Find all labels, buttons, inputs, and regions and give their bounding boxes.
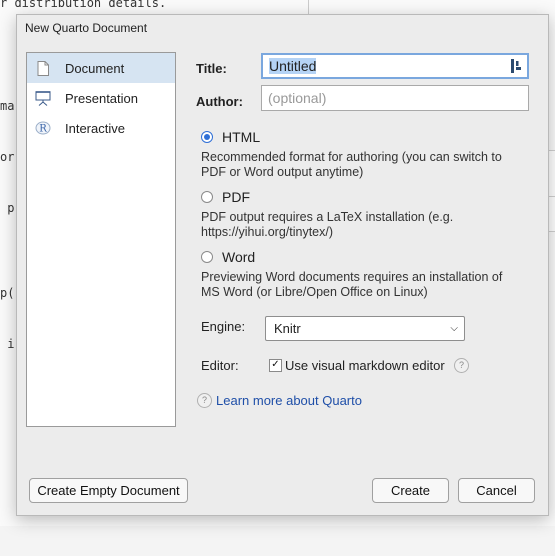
background-code-line: r distribution details. bbox=[0, 0, 167, 10]
create-empty-document-button[interactable]: Create Empty Document bbox=[29, 478, 188, 503]
visual-editor-checkbox[interactable]: ✓ bbox=[269, 359, 282, 372]
description-line: PDF output requires a LaTeX installation… bbox=[201, 210, 454, 224]
presentation-icon bbox=[35, 90, 51, 106]
editor-label: Editor: bbox=[201, 358, 239, 373]
svg-text:R: R bbox=[39, 124, 47, 135]
background-divider bbox=[308, 0, 309, 14]
help-icon[interactable]: ? bbox=[454, 358, 469, 373]
visual-editor-label: Use visual markdown editor bbox=[285, 358, 445, 373]
background-code-line: i bbox=[0, 337, 15, 351]
pdf-description: PDF output requires a LaTeX installation… bbox=[201, 210, 531, 240]
engine-label: Engine: bbox=[201, 319, 246, 334]
radio-word[interactable] bbox=[201, 251, 213, 263]
engine-select[interactable]: Knitr ⌵ bbox=[265, 316, 465, 341]
word-description: Previewing Word documents requires an in… bbox=[201, 270, 531, 300]
title-input-value: Untitled bbox=[269, 58, 317, 74]
title-label: Title: bbox=[196, 61, 227, 76]
doc-type-document[interactable]: Document bbox=[27, 53, 175, 83]
create-button[interactable]: Create bbox=[372, 478, 449, 503]
background-code-line: ma bbox=[0, 99, 15, 113]
learn-more-link[interactable]: Learn more about Quarto bbox=[216, 393, 362, 408]
doc-type-label: Presentation bbox=[65, 90, 138, 106]
engine-value: Knitr bbox=[274, 321, 301, 336]
author-input[interactable]: (optional) bbox=[261, 85, 529, 111]
background-code-line: p( bbox=[0, 286, 15, 300]
html-description: Recommended format for authoring (you ca… bbox=[201, 150, 531, 180]
format-option-html[interactable]: HTML bbox=[201, 129, 260, 145]
description-line: https://yihui.org/tinytex/) bbox=[201, 225, 334, 239]
format-label: PDF bbox=[222, 189, 250, 205]
password-manager-icon[interactable] bbox=[510, 58, 522, 80]
author-label: Author: bbox=[196, 94, 243, 109]
format-option-pdf[interactable]: PDF bbox=[201, 189, 250, 205]
description-line: PDF or Word output anytime) bbox=[201, 165, 364, 179]
format-label: Word bbox=[222, 249, 256, 265]
chevron-down-icon: ⌵ bbox=[450, 323, 458, 334]
background-code-gutter: ma or p p( i bbox=[0, 30, 16, 556]
background-code-line: p bbox=[0, 201, 15, 215]
radio-html[interactable] bbox=[201, 131, 213, 143]
cancel-button[interactable]: Cancel bbox=[458, 478, 535, 503]
doc-type-label: Interactive bbox=[65, 120, 125, 136]
r-logo-icon: R bbox=[35, 120, 51, 136]
doc-type-presentation[interactable]: Presentation bbox=[27, 83, 175, 113]
doc-type-label: Document bbox=[65, 60, 125, 76]
format-option-word[interactable]: Word bbox=[201, 249, 255, 265]
author-placeholder: (optional) bbox=[268, 90, 327, 106]
description-line: Recommended format for authoring (you ca… bbox=[201, 150, 502, 164]
help-icon: ? bbox=[197, 393, 212, 408]
document-type-list: Document Presentation R Interactive bbox=[26, 52, 176, 427]
description-line: MS Word (or Libre/Open Office on Linux) bbox=[201, 285, 428, 299]
format-label: HTML bbox=[222, 129, 261, 145]
new-quarto-document-dialog: New Quarto Document Document Presentatio… bbox=[16, 14, 549, 516]
background-code-line: or bbox=[0, 150, 15, 164]
title-input[interactable]: Untitled bbox=[261, 53, 529, 79]
description-line: Previewing Word documents requires an in… bbox=[201, 270, 503, 284]
dialog-title: New Quarto Document bbox=[25, 21, 148, 35]
radio-pdf[interactable] bbox=[201, 191, 213, 203]
document-icon bbox=[35, 60, 51, 76]
doc-type-interactive[interactable]: R Interactive bbox=[27, 113, 175, 143]
